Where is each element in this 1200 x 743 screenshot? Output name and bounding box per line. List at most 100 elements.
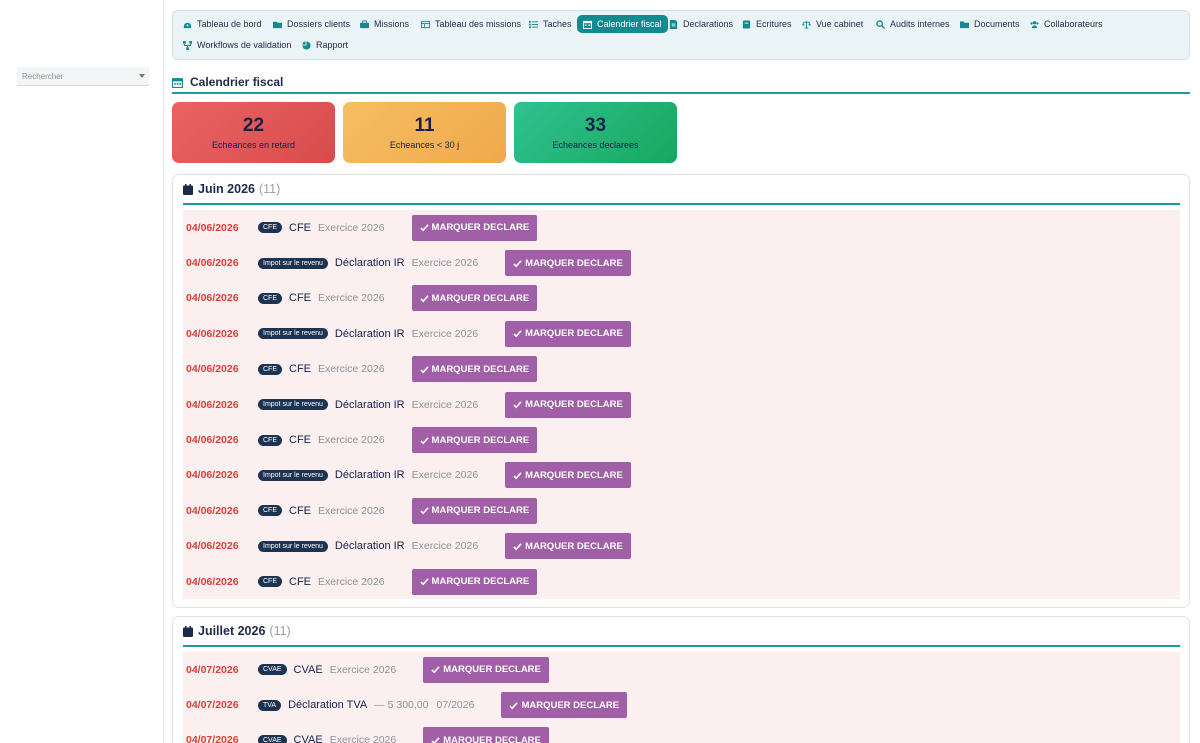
mark-declared-button[interactable]: MARQUER DECLARE — [423, 727, 549, 743]
nav-item-vue-cabinet[interactable]: Vue cabinet — [796, 15, 869, 33]
mark-declared-label: MARQUER DECLARE — [431, 222, 530, 234]
mark-declared-button[interactable]: MARQUER DECLARE — [411, 214, 538, 241]
check-icon — [419, 507, 429, 515]
check-icon — [419, 578, 429, 586]
check-icon — [513, 259, 522, 267]
declaration-period: Exercice 2026 — [318, 504, 385, 517]
mark-declared-label: MARQUER DECLARE — [431, 363, 530, 375]
kpi-card-upcoming: 11 Echeances < 30 j — [343, 102, 506, 163]
declaration-period: Exercice 2026 — [318, 292, 385, 305]
nav-item-rapport[interactable]: Rapport — [296, 36, 354, 54]
declaration-name: CFE — [289, 575, 311, 588]
kpi-value: 22 — [242, 115, 265, 136]
nav-item-calendrier-fiscal[interactable]: Calendrier fiscal — [577, 15, 668, 33]
kpi-value: 11 — [414, 115, 435, 136]
declaration-name: CFE — [289, 292, 311, 305]
nav-item-tableau-de-bord[interactable]: Tableau de bord — [177, 15, 268, 33]
deadline-list: 04/06/2026 CFE CFE Exercice 2026 MARQUER DEC… — [183, 210, 1180, 600]
check-icon — [513, 542, 522, 551]
dashboard-icon — [183, 22, 192, 28]
month-header: Juin 2026 (11) — [183, 175, 1180, 205]
tax-type-badge: CFE — [258, 576, 282, 588]
mark-declared-label: MARQUER DECLARE — [525, 399, 623, 411]
nav-item-dossiers-clients[interactable]: Dossiers clients — [267, 15, 356, 33]
deadline-row: 04/06/2026 CFE CFE Exercice 2026 MARQUER DEC… — [183, 493, 1180, 528]
deadline-row: 04/06/2026 CFE CFE Exercice 2026 MARQUER DEC… — [183, 352, 1180, 387]
nav-item-declarations[interactable]: Declarations — [663, 15, 739, 33]
deadline-row: 04/06/2026 CFE CFE Exercice 2026 MARQUER DEC… — [183, 281, 1180, 316]
tax-type-badge: Impot sur le revenu — [258, 257, 328, 269]
declaration-name: Déclaration IR — [334, 327, 405, 340]
tax-type-badge: CFE — [258, 434, 282, 446]
sidebar: Rechercher — [0, 0, 164, 743]
mark-declared-button[interactable]: MARQUER DECLARE — [411, 356, 538, 383]
declaration-name: Déclaration IR — [334, 257, 405, 270]
nav-item-documents[interactable]: Documents — [954, 15, 1026, 33]
nav-item-audits-internes[interactable]: Audits internes — [870, 15, 956, 33]
declaration-period: 07/2026 — [436, 699, 475, 712]
mark-declared-button[interactable]: MARQUER DECLARE — [505, 320, 631, 347]
month-title: Juillet 2026 — [198, 624, 266, 638]
mark-declared-button[interactable]: MARQUER DECLARE — [411, 497, 538, 524]
calendar-icon — [172, 77, 183, 88]
sidebar-search-select[interactable]: Rechercher — [17, 67, 149, 86]
mark-declared-button[interactable]: MARQUER DECLARE — [423, 656, 549, 683]
deadline-row: 04/06/2026 CFE CFE Exercice 2026 MARQUER DEC… — [183, 422, 1180, 457]
mark-declared-label: MARQUER DECLARE — [521, 699, 620, 711]
nav-label: Rapport — [316, 40, 349, 50]
check-icon — [419, 295, 429, 303]
tax-type-badge: CFE — [258, 292, 282, 304]
mark-declared-button[interactable]: MARQUER DECLARE — [505, 250, 631, 277]
mark-declared-button[interactable]: MARQUER DECLARE — [505, 391, 631, 418]
mark-declared-button[interactable]: MARQUER DECLARE — [501, 692, 628, 719]
mark-declared-button[interactable]: MARQUER DECLARE — [411, 285, 538, 312]
declaration-name: CFE — [289, 221, 311, 234]
mark-declared-button[interactable]: MARQUER DECLARE — [505, 533, 631, 560]
deadline-date: 04/06/2026 — [186, 257, 239, 270]
deadline-list: 04/07/2026 CVAE CVAE Exercice 2026 MARQUER D… — [183, 652, 1180, 743]
nav-item-tableau-des-missions[interactable]: Tableau des missions — [415, 15, 527, 33]
calendar-icon — [183, 183, 193, 195]
declaration-period: Exercice 2026 — [318, 363, 385, 376]
users-icon — [1030, 20, 1039, 28]
deadline-row: 04/06/2026 CFE CFE Exercice 2026 MARQUER DEC… — [183, 564, 1180, 599]
list-icon — [529, 20, 538, 28]
mark-declared-label: MARQUER DECLARE — [443, 734, 541, 743]
nav-label: Taches — [543, 19, 572, 29]
pie-chart-icon — [302, 40, 311, 50]
mark-declared-button[interactable]: MARQUER DECLARE — [411, 427, 538, 454]
page-title: Calendrier fiscal — [190, 75, 284, 89]
declaration-name: CVAE — [293, 663, 323, 676]
nav-label: Audits internes — [890, 19, 950, 29]
month-panel: Juillet 2026 (11) 04/07/2026 CVAE CVAE Exerci… — [172, 616, 1190, 743]
check-icon — [513, 472, 522, 480]
month-title: Juin 2026 — [198, 182, 255, 196]
page-header: Calendrier fiscal — [172, 72, 1190, 94]
nav-item-taches[interactable]: Taches — [523, 15, 578, 33]
mark-declared-label: MARQUER DECLARE — [431, 434, 530, 446]
nav-item-workflows-de-validation[interactable]: Workflows de validation — [177, 36, 297, 54]
mark-declared-button[interactable]: MARQUER DECLARE — [411, 568, 538, 595]
nav-item-ecritures[interactable]: Ecritures — [736, 15, 798, 33]
tax-type-badge: TVA — [258, 699, 282, 711]
file-icon — [669, 19, 678, 29]
nav-label: Collaborateurs — [1044, 19, 1103, 29]
tax-type-badge: Impot sur le revenu — [258, 540, 328, 552]
nav-label: Vue cabinet — [816, 19, 864, 29]
check-icon — [513, 330, 522, 338]
mark-declared-label: MARQUER DECLARE — [525, 540, 623, 552]
mark-declared-label: MARQUER DECLARE — [431, 505, 530, 517]
nav-label: Tableau de bord — [197, 19, 262, 29]
folder-icon — [960, 20, 969, 28]
deadline-date: 04/06/2026 — [186, 469, 239, 482]
nav-label: Dossiers clients — [287, 19, 351, 29]
tax-type-badge: Impot sur le revenu — [258, 399, 328, 411]
nav-item-missions[interactable]: Missions — [354, 15, 415, 33]
tax-type-badge: CVAE — [258, 664, 287, 676]
briefcase-icon — [360, 19, 369, 28]
nav-label: Declarations — [683, 19, 734, 29]
nav-item-collaborateurs[interactable]: Collaborateurs — [1024, 15, 1109, 33]
mark-declared-button[interactable]: MARQUER DECLARE — [505, 462, 631, 489]
month-header: Juillet 2026 (11) — [183, 617, 1180, 647]
declaration-name: Déclaration IR — [334, 398, 405, 411]
